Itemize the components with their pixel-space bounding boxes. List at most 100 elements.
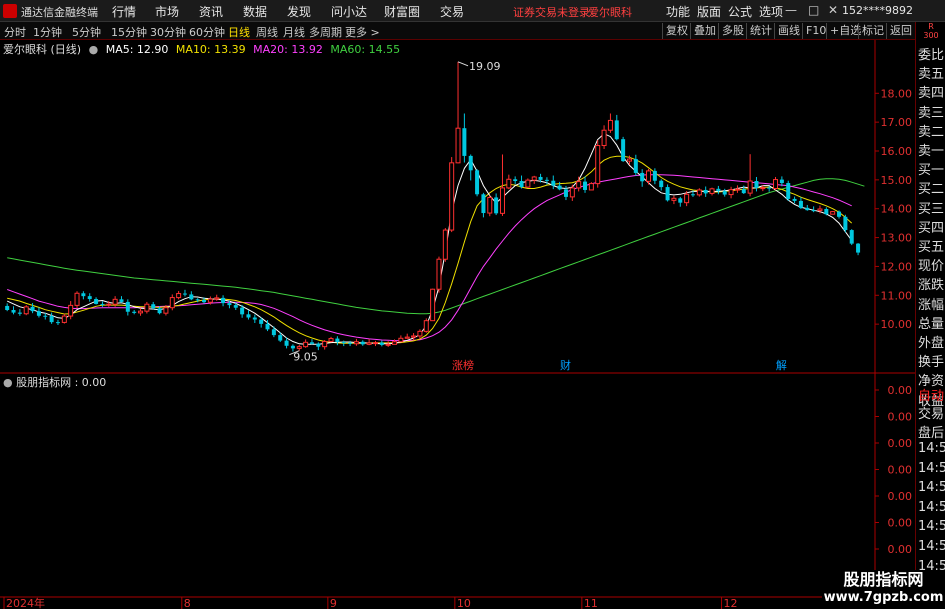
account-number[interactable]: 152****9892 <box>842 4 913 17</box>
menu-market[interactable]: 市场 <box>155 3 179 20</box>
candle[interactable] <box>696 188 702 197</box>
candle[interactable] <box>646 168 652 185</box>
period-timeshare[interactable]: 分时 <box>4 24 26 40</box>
candle[interactable] <box>595 140 601 188</box>
period-monthly[interactable]: 月线 <box>283 24 305 40</box>
candle[interactable] <box>360 340 365 346</box>
candle[interactable] <box>411 333 417 341</box>
candle[interactable] <box>55 319 60 326</box>
candle[interactable] <box>640 169 645 187</box>
period-5min[interactable]: 5分钟 <box>72 24 101 40</box>
candle[interactable] <box>119 296 124 303</box>
candle[interactable] <box>754 176 759 192</box>
candle[interactable] <box>798 197 803 210</box>
candle[interactable] <box>481 192 486 218</box>
candle[interactable] <box>513 176 518 185</box>
candle[interactable] <box>132 310 137 315</box>
tool-draw[interactable]: 画线 <box>774 23 803 39</box>
candle[interactable] <box>353 338 359 346</box>
candle[interactable] <box>182 289 187 297</box>
menu-wealth-circle[interactable]: 财富圈 <box>384 3 420 20</box>
settings-icon[interactable]: ● <box>89 43 99 56</box>
candle[interactable] <box>271 326 276 338</box>
close-button[interactable]: ✕ <box>828 3 838 17</box>
candle[interactable] <box>633 154 638 176</box>
candle[interactable] <box>652 168 657 185</box>
minimize-button[interactable]: — <box>785 3 797 17</box>
candle[interactable] <box>449 157 455 233</box>
candle[interactable] <box>385 341 391 347</box>
candle[interactable] <box>506 174 512 190</box>
candle[interactable] <box>436 256 442 293</box>
event-marker[interactable]: 财 <box>560 358 571 372</box>
candle[interactable] <box>328 336 334 343</box>
candle[interactable] <box>614 114 619 141</box>
candle[interactable] <box>94 297 99 305</box>
candle[interactable] <box>442 228 448 262</box>
candle[interactable] <box>551 175 556 190</box>
candle[interactable] <box>576 176 582 192</box>
menu-ask[interactable]: 问小达 <box>331 3 367 20</box>
candle[interactable] <box>36 307 41 318</box>
period-1min[interactable]: 1分钟 <box>33 24 62 40</box>
candle[interactable] <box>728 186 734 199</box>
candle[interactable] <box>49 312 54 324</box>
menu-discover[interactable]: 发现 <box>287 3 311 20</box>
period-15min[interactable]: 15分钟 <box>111 24 147 40</box>
candle[interactable] <box>678 196 683 207</box>
candle[interactable] <box>792 196 797 204</box>
sub-settings-icon[interactable]: ● <box>3 376 13 389</box>
candle[interactable] <box>430 288 436 322</box>
candle[interactable] <box>316 342 321 351</box>
tool-statistics[interactable]: 统计 <box>746 23 775 39</box>
candle[interactable] <box>169 294 175 311</box>
candle[interactable] <box>189 291 194 301</box>
candle[interactable] <box>709 187 715 196</box>
candle[interactable] <box>252 314 257 323</box>
candle[interactable] <box>100 301 105 307</box>
menu-news[interactable]: 资讯 <box>199 3 223 20</box>
candle[interactable] <box>125 299 130 316</box>
candle[interactable] <box>5 303 10 312</box>
candle[interactable] <box>716 185 721 195</box>
candle[interactable] <box>786 180 791 201</box>
candle[interactable] <box>734 185 740 193</box>
candle[interactable] <box>468 154 473 181</box>
tool-multi-stock[interactable]: 多股 <box>718 23 747 39</box>
event-marker[interactable]: 解 <box>776 358 787 372</box>
candle[interactable] <box>68 301 74 320</box>
candle[interactable] <box>423 318 429 333</box>
candle[interactable] <box>81 291 86 300</box>
candle[interactable] <box>322 340 328 350</box>
trade-login-notice[interactable]: 证券交易未登录 <box>513 4 590 20</box>
candle[interactable] <box>607 113 613 133</box>
candle[interactable] <box>487 195 493 217</box>
candle[interactable] <box>74 291 80 309</box>
candle[interactable] <box>665 184 670 202</box>
candle[interactable] <box>221 295 226 307</box>
candle[interactable] <box>455 61 461 164</box>
menu-formula[interactable]: 公式 <box>728 3 752 20</box>
candle[interactable] <box>830 211 836 215</box>
candle[interactable] <box>303 339 309 348</box>
candle[interactable] <box>246 310 251 320</box>
tool-adjust[interactable]: 复权 <box>662 23 691 39</box>
candle[interactable] <box>843 214 848 233</box>
candle[interactable] <box>659 179 664 191</box>
candle[interactable] <box>588 182 594 191</box>
candle[interactable] <box>601 125 607 149</box>
candle[interactable] <box>61 313 67 324</box>
menu-data[interactable]: 数据 <box>243 3 267 20</box>
candle[interactable] <box>722 188 727 197</box>
candle[interactable] <box>703 186 708 197</box>
candle[interactable] <box>372 340 378 347</box>
kline-chart[interactable]: 19.09 9.05 涨榜 财 解 10.00 11.00 12.00 13.00 14.00 1… <box>0 40 915 609</box>
candle[interactable] <box>583 176 588 193</box>
maximize-button[interactable]: □ <box>808 3 819 17</box>
event-marker[interactable]: 涨榜 <box>452 358 474 372</box>
candle[interactable] <box>525 178 531 188</box>
candle[interactable] <box>17 309 22 316</box>
candle[interactable] <box>773 176 779 191</box>
menu-trade[interactable]: 交易 <box>440 3 464 20</box>
candle[interactable] <box>671 195 677 205</box>
